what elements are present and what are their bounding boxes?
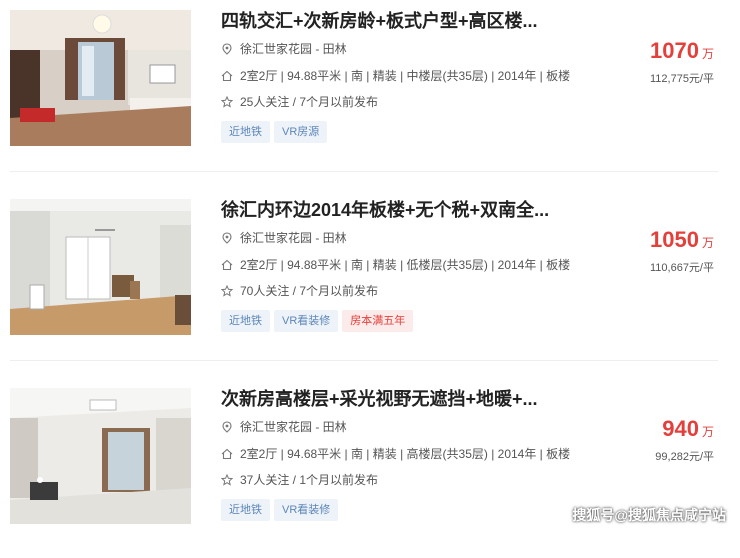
tag-near-subway: 近地铁	[221, 499, 270, 521]
listing-title[interactable]: 徐汇内环边2014年板楼+无个税+双南全...	[221, 199, 551, 221]
tag-five-years: 房本满五年	[342, 310, 414, 332]
price-unit: 万	[701, 425, 714, 439]
price-value: 1050	[650, 227, 699, 252]
watermark: 搜狐号@搜狐焦点咸宁站	[572, 507, 726, 523]
follow-info: 37人关注 / 1个月以前发布	[240, 473, 379, 487]
star-icon	[221, 474, 233, 486]
listing-photo[interactable]	[10, 388, 191, 524]
tag-vr: VR看装修	[274, 499, 339, 521]
tag-list: 近地铁 VR房源	[221, 121, 331, 143]
tag-list: 近地铁 VR看装修 房本满五年	[221, 310, 417, 332]
total-price: 1050 万	[650, 227, 714, 253]
house-icon	[221, 259, 233, 271]
price-unit: 万	[701, 236, 714, 250]
divider	[10, 171, 718, 172]
house-details: 2室2厅 | 94.88平米 | 南 | 精装 | 中楼层(共35层) | 20…	[240, 69, 571, 83]
tag-near-subway: 近地铁	[221, 310, 270, 332]
listing-card[interactable]: 徐汇内环边2014年板楼+无个税+双南全... 徐汇世家花园 - 田林 2室2厅…	[0, 199, 740, 369]
price-value: 1070	[650, 38, 699, 63]
listing-photo[interactable]	[10, 199, 191, 335]
listing-card[interactable]: 四轨交汇+次新房龄+板式户型+高区楼... 徐汇世家花园 - 田林 2室2厅 |…	[0, 10, 740, 180]
house-info-row: 2室2厅 | 94.88平米 | 南 | 精装 | 低楼层(共35层) | 20…	[221, 257, 570, 273]
community-link[interactable]: 徐汇世家花园 - 田林	[240, 231, 347, 245]
listing-card[interactable]: 次新房高楼层+采光视野无遮挡+地暖+... 徐汇世家花园 - 田林 2室2厅 |…	[0, 388, 740, 558]
unit-price: 110,667元/平	[649, 262, 714, 274]
star-icon	[221, 96, 233, 108]
unit-price: 99,282元/平	[655, 451, 714, 463]
total-price: 1070 万	[650, 38, 714, 64]
location-pin-icon	[221, 232, 233, 244]
tag-vr: VR房源	[274, 121, 328, 143]
total-price: 940 万	[662, 416, 714, 442]
location-pin-icon	[221, 43, 233, 55]
follow-info-row: 70人关注 / 7个月以前发布	[221, 283, 378, 299]
tag-vr: VR看装修	[274, 310, 339, 332]
community-row: 徐汇世家花园 - 田林	[221, 419, 347, 435]
listing-photo[interactable]	[10, 10, 191, 146]
unit-price: 112,775元/平	[649, 73, 714, 85]
follow-info: 70人关注 / 7个月以前发布	[240, 284, 379, 298]
community-link[interactable]: 徐汇世家花园 - 田林	[240, 42, 347, 56]
divider	[10, 360, 718, 361]
star-icon	[221, 285, 233, 297]
community-link[interactable]: 徐汇世家花园 - 田林	[240, 420, 347, 434]
house-icon	[221, 448, 233, 460]
community-row: 徐汇世家花园 - 田林	[221, 230, 347, 246]
house-details: 2室2厅 | 94.68平米 | 南 | 精装 | 高楼层(共35层) | 20…	[240, 447, 571, 461]
follow-info-row: 25人关注 / 7个月以前发布	[221, 94, 378, 110]
house-icon	[221, 70, 233, 82]
price-value: 940	[662, 416, 699, 441]
house-details: 2室2厅 | 94.88平米 | 南 | 精装 | 低楼层(共35层) | 20…	[240, 258, 571, 272]
listing-title[interactable]: 四轨交汇+次新房龄+板式户型+高区楼...	[221, 10, 551, 32]
follow-info: 25人关注 / 7个月以前发布	[240, 95, 379, 109]
house-info-row: 2室2厅 | 94.88平米 | 南 | 精装 | 中楼层(共35层) | 20…	[221, 68, 570, 84]
house-info-row: 2室2厅 | 94.68平米 | 南 | 精装 | 高楼层(共35层) | 20…	[221, 446, 570, 462]
follow-info-row: 37人关注 / 1个月以前发布	[221, 472, 378, 488]
location-pin-icon	[221, 421, 233, 433]
listing-title[interactable]: 次新房高楼层+采光视野无遮挡+地暖+...	[221, 388, 551, 410]
price-unit: 万	[701, 47, 714, 61]
tag-list: 近地铁 VR看装修	[221, 499, 342, 521]
community-row: 徐汇世家花园 - 田林	[221, 41, 347, 57]
tag-near-subway: 近地铁	[221, 121, 270, 143]
